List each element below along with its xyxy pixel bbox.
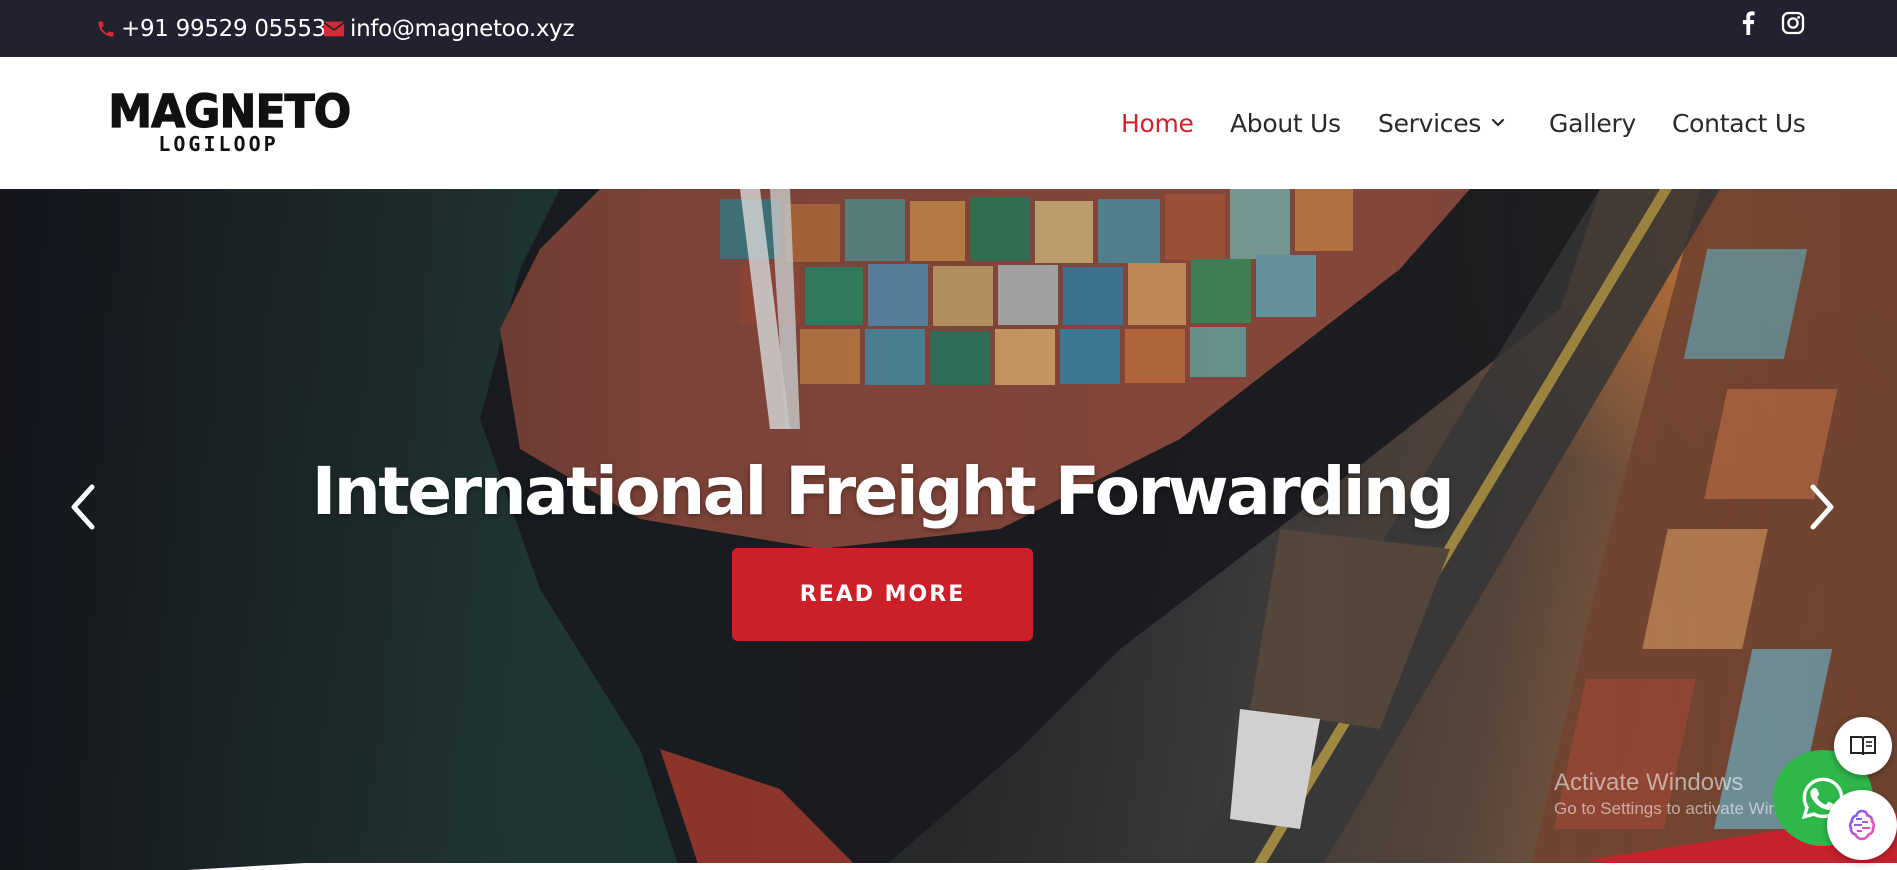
nav-home-label: Home bbox=[1121, 108, 1194, 138]
phone-number: +91 99529 05553 bbox=[121, 15, 326, 42]
read-more-button[interactable]: READ MORE bbox=[732, 548, 1033, 641]
chevron-right-icon bbox=[1810, 484, 1834, 530]
nav-about-us[interactable]: About Us bbox=[1230, 57, 1341, 189]
nav-contact-us[interactable]: Contact Us bbox=[1672, 57, 1806, 189]
top-bar: +91 99529 05553 info@magnetoo.xyz bbox=[0, 0, 1897, 57]
ai-assistant-button[interactable] bbox=[1827, 790, 1897, 860]
reader-icon bbox=[1850, 736, 1876, 756]
instagram-link[interactable] bbox=[1778, 10, 1808, 36]
phone-icon bbox=[98, 21, 114, 36]
slider-next-button[interactable] bbox=[1797, 472, 1847, 542]
email-address: info@magnetoo.xyz bbox=[350, 15, 575, 42]
nav-gallery-label: Gallery bbox=[1549, 108, 1636, 138]
hero-title: International Freight Forwarding bbox=[311, 453, 1455, 530]
nav-contact-label: Contact Us bbox=[1672, 108, 1806, 138]
nav-home[interactable]: Home bbox=[1121, 57, 1194, 189]
reader-mode-button[interactable] bbox=[1834, 717, 1892, 775]
ai-assistant-icon bbox=[1848, 809, 1876, 841]
chevron-down-icon bbox=[1491, 118, 1505, 127]
hero-slider: International Freight Forwarding READ MO… bbox=[0, 189, 1897, 870]
nav-services-label: Services bbox=[1378, 108, 1482, 138]
section-divider bbox=[0, 863, 1897, 870]
slider-prev-button[interactable] bbox=[58, 472, 108, 542]
nav-about-label: About Us bbox=[1230, 108, 1341, 138]
nav-services[interactable]: Services bbox=[1378, 57, 1505, 189]
chevron-left-icon bbox=[71, 484, 95, 530]
facebook-icon bbox=[1742, 11, 1755, 35]
nav-gallery[interactable]: Gallery bbox=[1549, 57, 1636, 189]
phone-contact[interactable]: +91 99529 05553 bbox=[96, 0, 326, 57]
main-nav: Home About Us Services Gallery Contact U… bbox=[0, 57, 1897, 189]
facebook-link[interactable] bbox=[1733, 10, 1763, 36]
instagram-icon bbox=[1781, 11, 1805, 35]
envelope-icon bbox=[323, 21, 345, 36]
email-contact[interactable]: info@magnetoo.xyz bbox=[323, 0, 575, 57]
